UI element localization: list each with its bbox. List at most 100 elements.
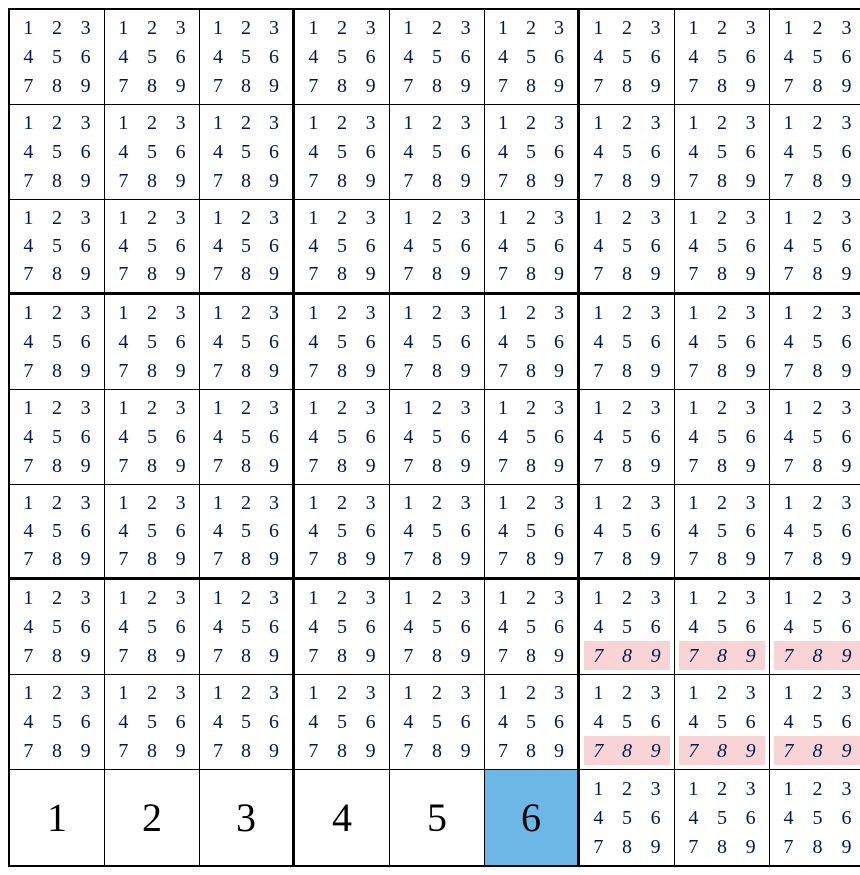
cell-r7-c5[interactable]: 123456789 — [485, 675, 580, 770]
cell-r7-c7[interactable]: 123456789 — [675, 675, 770, 770]
cell-r1-c5[interactable]: 123456789 — [485, 105, 580, 200]
cell-r8-c0[interactable]: 1 — [10, 770, 105, 865]
cell-r3-c5[interactable]: 123456789 — [485, 295, 580, 390]
pencil-mark-2: 2 — [613, 779, 642, 799]
cell-r3-c8[interactable]: 123456789 — [770, 295, 860, 390]
pencil-mark-6: 6 — [451, 47, 480, 67]
cell-r7-c2[interactable]: 123456789 — [200, 675, 295, 770]
cell-r0-c5[interactable]: 123456789 — [485, 10, 580, 105]
cell-r5-c8[interactable]: 123456789 — [770, 485, 860, 580]
cell-r6-c2[interactable]: 123456789 — [200, 580, 295, 675]
cell-r6-c6[interactable]: 123456789 — [580, 580, 675, 675]
pencil-mark-8: 8 — [517, 361, 545, 381]
cell-r7-c4[interactable]: 123456789 — [390, 675, 485, 770]
pencil-mark-6: 6 — [451, 236, 480, 256]
cell-r1-c0[interactable]: 123456789 — [10, 105, 105, 200]
cell-r5-c3[interactable]: 123456789 — [295, 485, 390, 580]
cell-r7-c1[interactable]: 123456789 — [105, 675, 200, 770]
cell-r5-c5[interactable]: 123456789 — [485, 485, 580, 580]
pencil-mark-1: 1 — [679, 18, 708, 38]
pencil-mark-2: 2 — [43, 113, 72, 133]
pencil-mark-9: 9 — [641, 837, 670, 857]
cell-r5-c7[interactable]: 123456789 — [675, 485, 770, 580]
cell-r4-c4[interactable]: 123456789 — [390, 390, 485, 485]
pencil-mark-1: 1 — [109, 18, 138, 38]
pencil-mark-4: 4 — [489, 47, 517, 67]
cell-r8-c4[interactable]: 5 — [390, 770, 485, 865]
cell-r1-c2[interactable]: 123456789 — [200, 105, 295, 200]
cell-r0-c2[interactable]: 123456789 — [200, 10, 295, 105]
pencil-mark-2: 2 — [138, 303, 167, 323]
cell-r0-c6[interactable]: 123456789 — [580, 10, 675, 105]
cell-r6-c5[interactable]: 123456789 — [485, 580, 580, 675]
cell-r2-c2[interactable]: 123456789 — [200, 200, 295, 295]
cell-r7-c8[interactable]: 123456789 — [770, 675, 860, 770]
cell-r2-c3[interactable]: 123456789 — [295, 200, 390, 295]
cell-r3-c1[interactable]: 123456789 — [105, 295, 200, 390]
cell-r3-c6[interactable]: 123456789 — [580, 295, 675, 390]
cell-r5-c2[interactable]: 123456789 — [200, 485, 295, 580]
cell-r5-c6[interactable]: 123456789 — [580, 485, 675, 580]
cell-r6-c0[interactable]: 123456789 — [10, 580, 105, 675]
cell-r3-c2[interactable]: 123456789 — [200, 295, 295, 390]
cell-r2-c8[interactable]: 123456789 — [770, 200, 860, 295]
cell-r7-c3[interactable]: 123456789 — [295, 675, 390, 770]
cell-r5-c4[interactable]: 123456789 — [390, 485, 485, 580]
cell-r1-c4[interactable]: 123456789 — [390, 105, 485, 200]
cell-r4-c7[interactable]: 123456789 — [675, 390, 770, 485]
cell-r3-c4[interactable]: 123456789 — [390, 295, 485, 390]
cell-r1-c8[interactable]: 123456789 — [770, 105, 860, 200]
cell-r1-c3[interactable]: 123456789 — [295, 105, 390, 200]
cell-r5-c1[interactable]: 123456789 — [105, 485, 200, 580]
cell-r8-c6[interactable]: 123456789 — [580, 770, 675, 865]
cell-r8-c3[interactable]: 4 — [295, 770, 390, 865]
pencil-mark-2: 2 — [138, 208, 167, 228]
cell-r2-c7[interactable]: 123456789 — [675, 200, 770, 295]
cell-r4-c1[interactable]: 123456789 — [105, 390, 200, 485]
cell-r3-c0[interactable]: 123456789 — [10, 295, 105, 390]
cell-r2-c5[interactable]: 123456789 — [485, 200, 580, 295]
cell-r8-c2[interactable]: 3 — [200, 770, 295, 865]
cell-r6-c8[interactable]: 123456789 — [770, 580, 860, 675]
cell-r4-c3[interactable]: 123456789 — [295, 390, 390, 485]
pencil-mark-8: 8 — [423, 171, 452, 191]
cell-r1-c1[interactable]: 123456789 — [105, 105, 200, 200]
cell-r7-c6[interactable]: 123456789 — [580, 675, 675, 770]
cell-r0-c4[interactable]: 123456789 — [390, 10, 485, 105]
cell-r4-c6[interactable]: 123456789 — [580, 390, 675, 485]
cell-r3-c3[interactable]: 123456789 — [295, 295, 390, 390]
pencil-mark-7: 7 — [774, 837, 803, 857]
cell-r0-c3[interactable]: 123456789 — [295, 10, 390, 105]
cell-r4-c2[interactable]: 123456789 — [200, 390, 295, 485]
cell-r1-c7[interactable]: 123456789 — [675, 105, 770, 200]
cell-r3-c7[interactable]: 123456789 — [675, 295, 770, 390]
cell-r2-c1[interactable]: 123456789 — [105, 200, 200, 295]
cell-r2-c4[interactable]: 123456789 — [390, 200, 485, 295]
cell-r8-c1[interactable]: 2 — [105, 770, 200, 865]
pencil-mark-4: 4 — [584, 617, 613, 637]
pencil-row-1: 456 — [774, 803, 860, 832]
cell-r8-c8[interactable]: 123456789 — [770, 770, 860, 865]
cell-r4-c8[interactable]: 123456789 — [770, 390, 860, 485]
cell-r2-c0[interactable]: 123456789 — [10, 200, 105, 295]
cell-r8-c5[interactable]: 6 — [485, 770, 580, 865]
pencil-mark-9: 9 — [545, 741, 573, 761]
pencil-marks: 123456789 — [105, 295, 199, 389]
cell-r5-c0[interactable]: 123456789 — [10, 485, 105, 580]
cell-r6-c3[interactable]: 123456789 — [295, 580, 390, 675]
cell-r7-c0[interactable]: 123456789 — [10, 675, 105, 770]
cell-r6-c4[interactable]: 123456789 — [390, 580, 485, 675]
pencil-row-1: 456 — [774, 232, 860, 260]
cell-r0-c7[interactable]: 123456789 — [675, 10, 770, 105]
cell-r6-c1[interactable]: 123456789 — [105, 580, 200, 675]
cell-r0-c8[interactable]: 123456789 — [770, 10, 860, 105]
cell-r4-c0[interactable]: 123456789 — [10, 390, 105, 485]
cell-r2-c6[interactable]: 123456789 — [580, 200, 675, 295]
cell-r0-c0[interactable]: 123456789 — [10, 10, 105, 105]
pencil-mark-2: 2 — [43, 588, 72, 608]
cell-r4-c5[interactable]: 123456789 — [485, 390, 580, 485]
cell-r1-c6[interactable]: 123456789 — [580, 105, 675, 200]
cell-r6-c7[interactable]: 123456789 — [675, 580, 770, 675]
cell-r0-c1[interactable]: 123456789 — [105, 10, 200, 105]
cell-r8-c7[interactable]: 123456789 — [675, 770, 770, 865]
